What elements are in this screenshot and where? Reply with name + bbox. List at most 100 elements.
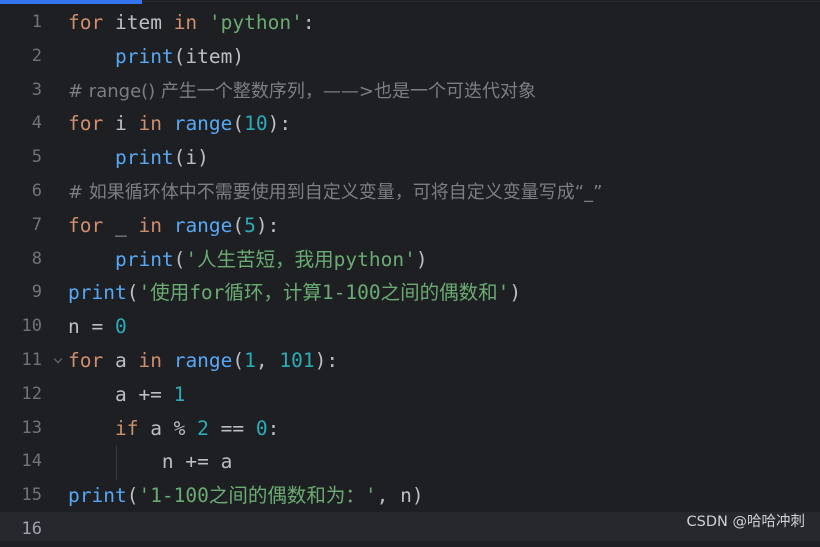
watermark-text: CSDN @哈哈冲刺	[686, 514, 805, 530]
code-line[interactable]: for item in 'python':	[68, 6, 820, 40]
code-token: 0	[255, 416, 268, 440]
code-area[interactable]: for item in 'python': print(item) # range…	[68, 6, 820, 547]
code-token: :	[302, 11, 315, 34]
code-line[interactable]: print(i)	[68, 141, 820, 175]
line-number-row[interactable]: 14	[0, 445, 66, 479]
code-token: ==	[208, 416, 256, 440]
line-number: 16	[21, 518, 42, 539]
code-token: ):	[255, 213, 280, 237]
code-token: if	[114, 416, 139, 440]
line-number-row[interactable]: 7	[0, 209, 66, 243]
code-token: 101	[279, 348, 315, 372]
line-number: 11	[21, 349, 42, 370]
code-token: (	[126, 281, 139, 305]
line-number: 6	[31, 180, 42, 201]
code-token: in	[138, 348, 162, 372]
code-token: 10	[244, 112, 268, 136]
code-token: print	[114, 247, 174, 271]
code-token: ,	[255, 348, 280, 372]
code-token: for	[68, 112, 104, 136]
code-token: (	[126, 484, 139, 508]
line-number: 3	[31, 79, 42, 100]
line-number: 15	[21, 485, 42, 506]
code-token: (i)	[173, 146, 209, 170]
line-number-row[interactable]: 3	[0, 74, 66, 108]
line-number: 9	[31, 282, 42, 303]
code-line[interactable]: # range() 产生一个整数序列，——>也是一个可迭代对象	[68, 74, 820, 108]
code-token: print	[114, 44, 174, 68]
line-number-row[interactable]: 16	[0, 513, 66, 547]
code-line[interactable]: # 如果循环体中不需要使用到自定义变量，可将自定义变量写成“_”	[68, 175, 820, 209]
code-token: (	[173, 247, 186, 271]
fold-chevron-icon[interactable]	[53, 354, 63, 364]
code-line[interactable]: n = 0	[68, 310, 820, 344]
code-line[interactable]: if a % 2 == 0:	[68, 412, 820, 446]
code-token: range	[173, 112, 233, 136]
line-number-row[interactable]: 9	[0, 276, 66, 310]
line-number-row[interactable]: 6	[0, 175, 66, 209]
line-number: 12	[21, 383, 42, 404]
code-token: in	[173, 11, 198, 34]
code-token: '人生苦短，我用python'	[185, 247, 416, 271]
line-number-gutter[interactable]: 1 2 3 4 5 6 7 8 9 10 11 12 13 14 15 16	[0, 6, 66, 547]
code-line[interactable]: n += a	[68, 445, 820, 479]
code-token: a	[103, 348, 139, 372]
line-number-row[interactable]: 2	[0, 40, 66, 74]
code-line[interactable]: for _ in range(5):	[68, 209, 820, 243]
code-token: (item)	[173, 44, 245, 68]
code-token: a +=	[68, 382, 174, 406]
line-number: 10	[21, 316, 42, 337]
code-token: 1	[244, 348, 256, 372]
line-number-row[interactable]: 15	[0, 479, 66, 513]
code-line[interactable]: print('1-100之间的偶数和为：', n)	[68, 479, 820, 513]
code-line[interactable]: for i in range(10):	[68, 107, 820, 141]
line-number-row[interactable]: 10	[0, 310, 66, 344]
code-token: )	[415, 247, 428, 271]
code-token: , n)	[376, 484, 424, 508]
line-number: 2	[31, 45, 42, 66]
code-token: range	[173, 213, 233, 237]
line-number-row[interactable]: 4	[0, 107, 66, 141]
editor-tab-indicator	[0, 0, 142, 4]
code-token: print	[68, 281, 127, 305]
code-line[interactable]: print('使用for循环，计算1-100之间的偶数和')	[68, 276, 820, 310]
line-number: 14	[21, 451, 42, 472]
line-number: 7	[31, 214, 42, 235]
code-token: range	[173, 348, 233, 372]
code-token: n += a	[68, 450, 233, 474]
code-line[interactable]: for a in range(1, 101):	[68, 344, 820, 378]
code-editor[interactable]: 1 2 3 4 5 6 7 8 9 10 11 12 13 14 15 16 for item in 'pyt…	[0, 0, 820, 541]
line-number-row[interactable]: 5	[0, 141, 66, 175]
code-line[interactable]: print('人生苦短，我用python')	[68, 243, 820, 277]
code-token: _	[103, 213, 139, 237]
code-token: for	[68, 213, 104, 237]
line-number: 13	[21, 417, 42, 438]
code-token: a %	[138, 416, 198, 440]
line-number-row[interactable]: 11	[0, 344, 66, 378]
code-token: # range() 产生一个整数序列，——>也是一个可迭代对象	[68, 80, 536, 102]
editor-top-border	[142, 1, 820, 2]
line-number: 4	[31, 113, 42, 134]
code-token: print	[68, 484, 127, 508]
code-line[interactable]: print(item)	[68, 40, 820, 74]
code-line[interactable]: a += 1	[68, 378, 820, 412]
line-number: 8	[31, 248, 42, 269]
line-number-row[interactable]: 8	[0, 243, 66, 277]
line-number: 5	[31, 147, 42, 168]
code-token: for	[68, 11, 104, 34]
code-token: 'python'	[208, 11, 303, 34]
code-token: for	[68, 348, 104, 372]
line-number-row[interactable]: 1	[0, 6, 66, 40]
code-token: (	[232, 348, 245, 372]
code-token: 0	[114, 315, 127, 339]
code-token: ):	[267, 112, 292, 136]
code-token: ):	[314, 348, 339, 372]
line-number-row[interactable]: 13	[0, 412, 66, 446]
line-number-row[interactable]: 12	[0, 378, 66, 412]
